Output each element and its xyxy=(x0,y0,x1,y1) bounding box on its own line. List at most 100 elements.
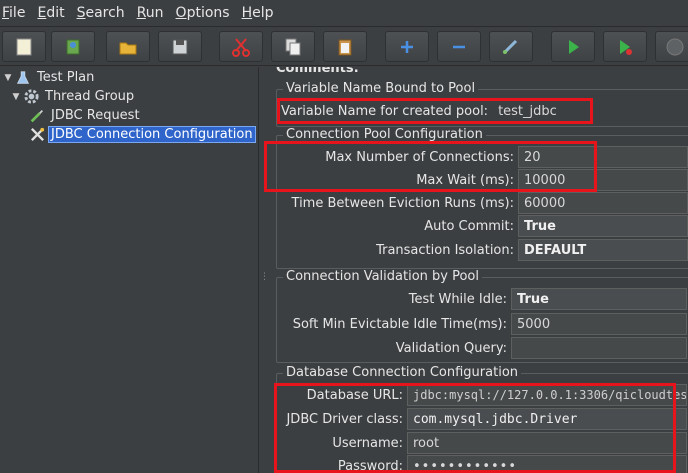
open-icon xyxy=(119,42,137,54)
tools-icon xyxy=(28,126,46,144)
connection-pool-group: Connection Pool Configuration Max Number… xyxy=(276,127,688,269)
test-while-idle-row: Test While Idle: True xyxy=(277,288,687,310)
cut-icon xyxy=(232,37,250,57)
menu-options[interactable]: Options xyxy=(174,5,236,21)
tree-node-jdbc-request[interactable]: JDBC Request xyxy=(28,106,142,125)
max-wait-row: Max Wait (ms): 10000 xyxy=(277,169,688,191)
tree-node-jdbc-config[interactable]: JDBC Connection Configuration xyxy=(28,125,256,144)
save-icon xyxy=(172,39,188,54)
field-label: Test While Idle: xyxy=(408,291,507,307)
collapse-toggle-icon[interactable]: ▼ xyxy=(10,92,22,102)
comments-label: Comments: xyxy=(276,67,359,76)
group-title: Database Connection Configuration xyxy=(283,365,522,380)
save-button[interactable] xyxy=(158,31,202,62)
collapse-icon xyxy=(453,45,465,48)
variable-name-input[interactable]: test_jdbc xyxy=(492,100,573,122)
menu-edit[interactable]: Edit xyxy=(35,5,70,21)
new-icon xyxy=(16,38,32,55)
stop-icon xyxy=(666,38,684,55)
field-label: Time Between Eviction Runs (ms): xyxy=(291,195,514,211)
auto-commit-select[interactable]: True xyxy=(518,215,688,237)
transaction-isolation-row: Transaction Isolation: DEFAULT xyxy=(277,239,688,261)
start-button[interactable] xyxy=(551,31,595,62)
soft-min-idle-row: Soft Min Evictable Idle Time(ms): 5000 xyxy=(277,313,687,335)
field-label: Password: xyxy=(337,458,403,473)
collapse-toggle-icon[interactable]: ▼ xyxy=(2,73,14,83)
tree-node-label: JDBC Connection Configuration xyxy=(48,126,256,143)
gear-icon xyxy=(22,88,40,106)
password-input[interactable]: •••••••••••• xyxy=(407,455,687,473)
copy-button[interactable] xyxy=(271,31,315,62)
pipette-icon xyxy=(28,107,46,125)
expand-all-button[interactable] xyxy=(385,31,429,62)
panel-splitter[interactable]: ⋮ xyxy=(258,67,269,473)
variable-name-group: Variable Name Bound to Pool Variable Nam… xyxy=(276,81,688,127)
templates-icon xyxy=(66,39,80,54)
field-label: Database URL: xyxy=(306,387,403,403)
open-button[interactable] xyxy=(106,31,150,62)
field-label: Auto Commit: xyxy=(424,218,514,234)
eviction-input[interactable]: 60000 xyxy=(518,192,688,214)
start-no-pause-icon xyxy=(620,39,632,55)
connection-validation-group: Connection Validation by Pool Test While… xyxy=(276,269,688,363)
max-connections-input[interactable]: 20 xyxy=(518,146,688,168)
tree-node-thread-group[interactable]: ▼ Thread Group xyxy=(10,87,136,106)
field-label: Transaction Isolation: xyxy=(376,242,514,258)
tree-node-label: JDBC Request xyxy=(51,108,140,123)
validation-query-row: Validation Query: xyxy=(277,337,687,359)
test-plan-tree: ▼ Test Plan ▼ Thread Group JDBC Request … xyxy=(0,67,258,473)
collapse-all-button[interactable] xyxy=(437,31,481,62)
menu-help[interactable]: Help xyxy=(240,5,280,21)
username-input[interactable]: root xyxy=(407,432,687,454)
toolbar xyxy=(0,26,688,66)
copy-icon xyxy=(285,38,301,55)
tree-node-label: Test Plan xyxy=(37,70,95,85)
soft-min-idle-input[interactable]: 5000 xyxy=(511,313,687,335)
start-icon xyxy=(569,39,579,54)
menu-search[interactable]: Search xyxy=(75,5,131,21)
field-label: Validation Query: xyxy=(395,340,507,356)
transaction-isolation-select[interactable]: DEFAULT xyxy=(518,239,688,261)
paste-button[interactable] xyxy=(323,31,367,62)
database-connection-group: Database Connection Configuration Databa… xyxy=(276,365,688,473)
tree-node-test-plan[interactable]: ▼ Test Plan xyxy=(2,68,96,87)
group-title: Connection Validation by Pool xyxy=(283,269,482,284)
start-no-pauses-button[interactable] xyxy=(603,31,647,62)
field-label: JDBC Driver class: xyxy=(286,411,403,427)
toggle-icon xyxy=(503,39,518,54)
new-button[interactable] xyxy=(2,31,46,62)
password-row: Password: •••••••••••• xyxy=(277,455,687,473)
field-label: Variable Name for created pool: xyxy=(281,103,489,119)
menu-file[interactable]: File xyxy=(0,5,31,21)
variable-name-row: Variable Name for created pool: test_jdb… xyxy=(281,100,573,122)
username-row: Username: root xyxy=(277,432,687,454)
toggle-button[interactable] xyxy=(489,31,533,62)
templates-button[interactable] xyxy=(51,31,95,62)
group-title: Variable Name Bound to Pool xyxy=(283,81,479,96)
expand-icon xyxy=(401,40,413,53)
menu-bar: File Edit Search Run Options Help xyxy=(0,0,688,26)
jdbc-driver-select[interactable]: com.mysql.jdbc.Driver xyxy=(407,408,687,430)
config-panel: Comments: Variable Name Bound to Pool Va… xyxy=(266,67,688,473)
max-wait-input[interactable]: 10000 xyxy=(518,169,688,191)
field-label: Username: xyxy=(332,435,403,451)
database-url-input[interactable]: jdbc:mysql://127.0.0.1:3306/qicloudtest xyxy=(407,384,687,406)
tree-node-label: Thread Group xyxy=(45,89,135,104)
field-label: Soft Min Evictable Idle Time(ms): xyxy=(292,316,507,332)
menu-run[interactable]: Run xyxy=(135,5,170,21)
paste-icon xyxy=(338,39,352,55)
validation-query-input[interactable] xyxy=(511,337,687,359)
test-while-idle-select[interactable]: True xyxy=(511,288,687,310)
field-label: Max Number of Connections: xyxy=(325,149,514,165)
max-connections-row: Max Number of Connections: 20 xyxy=(277,146,688,168)
cut-button[interactable] xyxy=(219,31,263,62)
stop-button[interactable] xyxy=(655,31,688,62)
group-title: Connection Pool Configuration xyxy=(283,127,486,142)
splitter-grip-icon[interactable]: ⋮ xyxy=(260,273,269,289)
database-url-row: Database URL: jdbc:mysql://127.0.0.1:330… xyxy=(277,384,687,406)
flask-icon xyxy=(14,69,32,87)
field-label: Max Wait (ms): xyxy=(416,172,514,188)
jdbc-driver-row: JDBC Driver class: com.mysql.jdbc.Driver xyxy=(277,408,687,430)
eviction-row: Time Between Eviction Runs (ms): 60000 xyxy=(277,192,688,214)
auto-commit-row: Auto Commit: True xyxy=(277,215,688,237)
